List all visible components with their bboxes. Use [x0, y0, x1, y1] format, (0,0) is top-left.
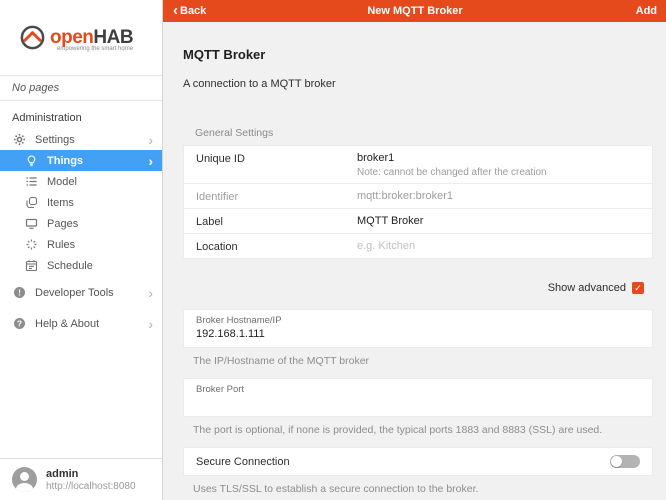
label-label: Label	[196, 215, 357, 228]
label-row: Label	[184, 208, 652, 233]
user-url: http://localhost:8080	[46, 481, 136, 492]
sidebar-item-label: Schedule	[47, 260, 153, 272]
show-advanced-checkbox[interactable]: ✓	[632, 282, 644, 294]
sidebar-item-settings[interactable]: Settings ›	[0, 129, 162, 150]
broker-port-description: The port is optional, if none is provide…	[193, 424, 653, 436]
broker-port-label: Broker Port	[196, 384, 640, 395]
secure-connection-description: Uses TLS/SSL to establish a secure conne…	[193, 483, 653, 495]
unique-id-input[interactable]	[357, 152, 640, 164]
page-title: New MQTT Broker	[367, 5, 462, 17]
sidebar-item-label: Help & About	[35, 318, 144, 330]
label-value	[357, 215, 640, 227]
logo-hab: HAB	[93, 27, 133, 48]
sidebar-item-label: Model	[47, 176, 153, 188]
gear-icon	[13, 133, 26, 146]
no-pages-label: No pages	[0, 75, 162, 101]
chevron-right-icon: ›	[144, 286, 153, 300]
broker-hostname-card: Broker Hostname/IP	[183, 309, 653, 348]
avatar	[12, 467, 37, 492]
broker-hostname-label: Broker Hostname/IP	[196, 315, 640, 326]
back-button[interactable]: ‹ Back	[173, 5, 206, 18]
location-input[interactable]	[357, 240, 640, 252]
exclamation-circle-icon: !	[13, 286, 26, 299]
sidebar-item-label: Settings	[35, 134, 144, 146]
sidebar-item-label: Pages	[47, 218, 153, 230]
identifier-row: Identifier	[184, 183, 652, 208]
secure-connection-card: Secure Connection	[183, 447, 653, 476]
label-input[interactable]	[357, 215, 640, 227]
sidebar-item-pages[interactable]: Pages	[0, 213, 162, 234]
question-circle-icon: ?	[13, 317, 26, 330]
general-settings-section-label: General Settings	[195, 127, 653, 139]
sidebar-item-label: Developer Tools	[35, 287, 144, 299]
svg-text:!: !	[18, 287, 21, 297]
user-account[interactable]: admin http://localhost:8080	[0, 458, 162, 500]
add-button[interactable]: Add	[636, 5, 657, 17]
broker-port-card: Broker Port	[183, 378, 653, 417]
thing-type-heading: MQTT Broker	[183, 47, 653, 62]
location-row: Location	[184, 233, 652, 258]
logo-text: openHAB empowering the smart home	[50, 28, 133, 47]
chevron-right-icon: ›	[144, 133, 153, 147]
svg-text:?: ?	[17, 318, 22, 328]
chevron-right-icon: ›	[144, 317, 153, 331]
chevron-left-icon: ‹	[173, 3, 178, 18]
thing-type-description: A connection to a MQTT broker	[183, 78, 653, 90]
navbar-left: ‹ Back	[173, 5, 367, 18]
navbar-right: Add	[463, 5, 657, 17]
sidebar-item-rules[interactable]: Rules	[0, 234, 162, 255]
show-advanced-row: Show advanced ✓	[183, 282, 644, 294]
openhab-house-icon	[19, 24, 46, 51]
back-label: Back	[180, 5, 206, 17]
show-advanced-label: Show advanced	[548, 282, 626, 294]
sidebar: openHAB empowering the smart home No pag…	[0, 0, 163, 500]
general-settings-card: Unique ID Note: cannot be changed after …	[183, 145, 653, 259]
main-panel: ‹ Back New MQTT Broker Add MQTT Broker A…	[163, 0, 666, 500]
sitemap-icon	[25, 175, 38, 188]
sidebar-item-help-about[interactable]: ? Help & About ›	[0, 309, 162, 338]
sidebar-item-model[interactable]: Model	[0, 171, 162, 192]
sidebar-item-items[interactable]: Items	[0, 192, 162, 213]
identifier-input	[357, 190, 640, 202]
spark-icon	[25, 238, 38, 251]
broker-port-input[interactable]	[196, 397, 640, 409]
broker-hostname-input[interactable]	[196, 328, 640, 340]
identifier-label: Identifier	[196, 190, 357, 203]
sidebar-item-label: Rules	[47, 239, 153, 251]
unique-id-label: Unique ID	[196, 152, 357, 165]
unique-id-row: Unique ID Note: cannot be changed after …	[184, 146, 652, 183]
top-navbar: ‹ Back New MQTT Broker Add	[163, 0, 666, 22]
logo-tagline: empowering the smart home	[57, 46, 133, 52]
toggle-knob	[611, 456, 622, 467]
logo-area: openHAB empowering the smart home	[0, 0, 162, 75]
sidebar-item-label: Things	[47, 155, 144, 167]
app-window: openHAB empowering the smart home No pag…	[0, 0, 666, 500]
lightbulb-icon	[25, 154, 38, 167]
user-name: admin	[46, 468, 136, 480]
secure-connection-label: Secure Connection	[196, 456, 610, 468]
sidebar-item-schedule[interactable]: Schedule	[0, 255, 162, 276]
copy-icon	[25, 196, 38, 209]
chevron-right-icon: ›	[144, 154, 153, 168]
page-content: MQTT Broker A connection to a MQTT broke…	[163, 22, 666, 500]
secure-connection-toggle[interactable]	[610, 455, 640, 468]
identifier-value	[357, 190, 640, 202]
monitor-icon	[25, 217, 38, 230]
sidebar-item-things[interactable]: Things ›	[0, 150, 162, 171]
sidebar-nav: Settings › Things ›	[0, 129, 162, 338]
location-label: Location	[196, 240, 357, 253]
broker-hostname-description: The IP/Hostname of the MQTT broker	[193, 355, 653, 367]
sidebar-item-developer-tools[interactable]: ! Developer Tools ›	[0, 278, 162, 307]
admin-section-label: Administration	[0, 101, 162, 129]
location-value	[357, 240, 640, 252]
sidebar-item-label: Items	[47, 197, 153, 209]
logo-open: open	[50, 27, 93, 48]
user-info: admin http://localhost:8080	[46, 468, 136, 492]
unique-id-note: Note: cannot be changed after the creati…	[357, 167, 640, 178]
sidebar-spacer	[0, 338, 162, 458]
calendar-icon	[25, 259, 38, 272]
unique-id-value: Note: cannot be changed after the creati…	[357, 152, 640, 178]
openhab-logo[interactable]: openHAB empowering the smart home	[19, 24, 133, 51]
